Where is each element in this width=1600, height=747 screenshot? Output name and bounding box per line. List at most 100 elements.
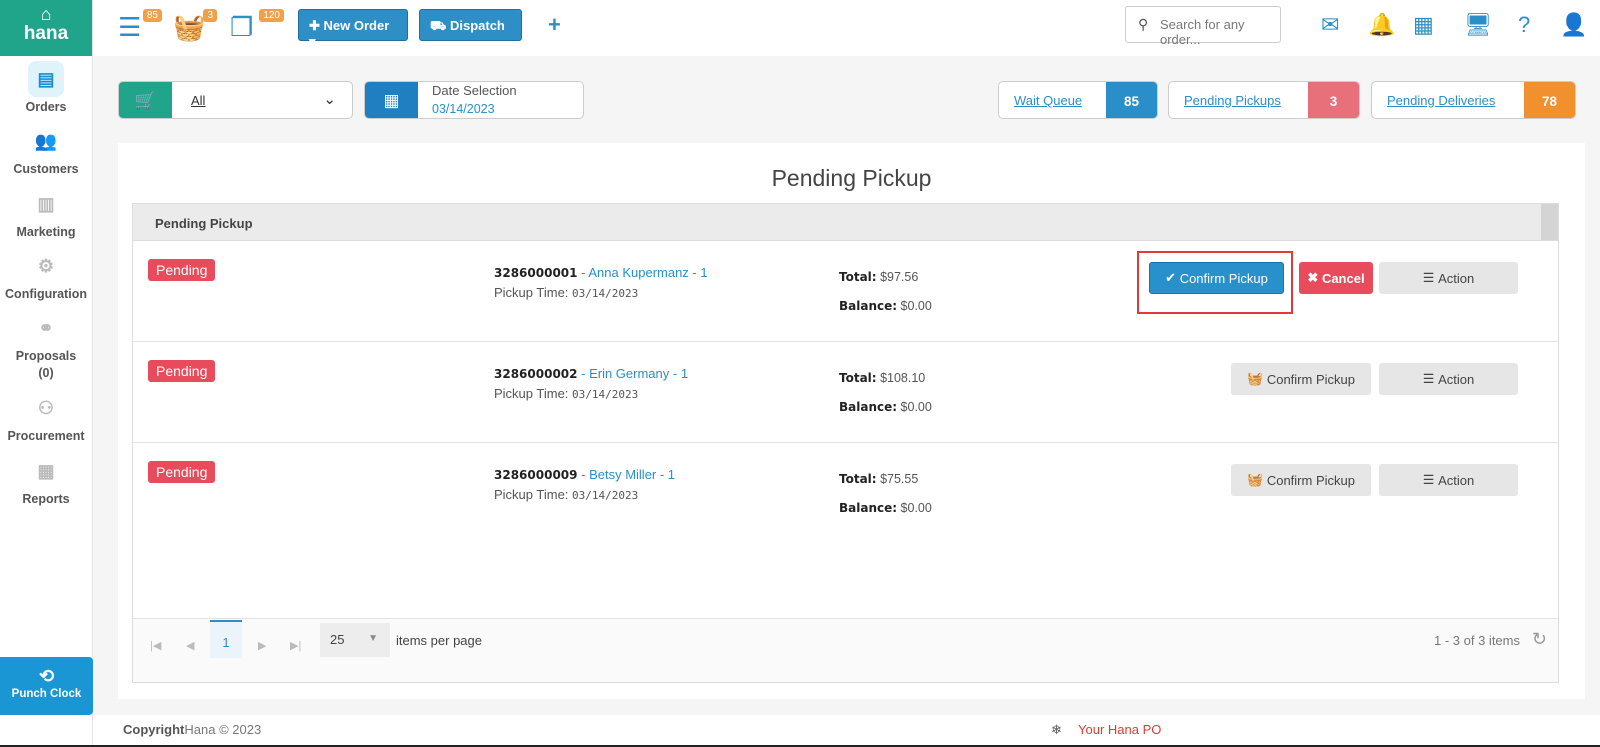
home-icon: ⌂ <box>40 4 52 24</box>
snowflake-icon: ❄ <box>1051 722 1062 737</box>
new-order-button[interactable]: ✚ New Order ▾ <box>298 9 408 49</box>
basket-icon: 🧺 <box>173 12 206 42</box>
copies-badge: 120 <box>259 9 284 22</box>
wait-queue-counter[interactable]: Wait Queue 85 <box>998 81 1158 119</box>
pager-range: 1 - 3 of 3 items <box>1434 633 1520 648</box>
gear-icon: ⚙ <box>37 255 55 276</box>
customer-link[interactable]: Betsy Miller - 1 <box>589 467 675 482</box>
pickup-time: 03/14/2023 <box>572 388 639 401</box>
grid-header: Pending Pickup <box>133 204 1558 241</box>
pickup-grid: Pending Pickup Pending 3286000001 - Anna… <box>132 203 1559 683</box>
store-select[interactable]: 🛒 All ⌄ <box>118 81 353 119</box>
order-info: 3286000002 - Erin Germany - 1 Pickup Tim… <box>494 366 689 401</box>
sidebar-item-procurement[interactable]: ⚇ Procurement <box>0 390 92 444</box>
pending-pickups-counter[interactable]: Pending Pickups 3 <box>1168 81 1360 119</box>
basket-stat[interactable]: 🧺 3 <box>173 9 217 44</box>
basket-icon: 🧺 <box>1247 472 1267 487</box>
order-id: 3286000002 <box>494 367 578 381</box>
orders-icon: ▤ <box>28 61 64 97</box>
last-page-icon[interactable]: ▶| <box>290 639 301 652</box>
caret-down-icon: ▼ <box>368 633 378 644</box>
order-id: 3286000001 <box>494 266 578 280</box>
action-button[interactable]: ☰ Action <box>1379 363 1518 395</box>
balance-value: $0.00 <box>900 400 932 414</box>
order-totals: Total: $97.56 Balance: $0.00 <box>839 270 932 313</box>
first-page-icon[interactable]: |◀ <box>150 639 161 652</box>
plus-icon: ✚ <box>309 18 324 33</box>
sidebar-item-reports[interactable]: ▦ Reports <box>0 453 92 507</box>
balance-value: $0.00 <box>900 501 932 515</box>
punch-clock-button[interactable]: ⟲ Punch Clock <box>0 657 93 715</box>
search-icon: ⚲ <box>1138 16 1149 32</box>
sidebar-item-customers[interactable]: 👥 Customers <box>0 123 92 177</box>
sidebar-item-proposals[interactable]: ⚭ Proposals (0) <box>0 310 92 381</box>
order-info: 3286000001 - Anna Kupermanz - 1 Pickup T… <box>494 265 708 300</box>
queue-badge: 85 <box>142 9 162 22</box>
refresh-icon[interactable]: ↻ <box>1532 629 1547 650</box>
pending-pickup-panel: Pending Pickup Pending Pickup Pending 32… <box>118 143 1585 699</box>
menu-icon: ☰ <box>1422 371 1439 386</box>
balance-value: $0.00 <box>900 299 932 313</box>
sidebar-item-configuration[interactable]: ⚙ Configuration <box>0 248 92 302</box>
current-page[interactable]: 1 <box>210 620 242 658</box>
monitor-icon[interactable]: 🖥 <box>1464 12 1492 38</box>
clock-history-icon: ⟲ <box>38 666 55 686</box>
confirm-pickup-button[interactable]: 🧺 Confirm Pickup <box>1231 363 1371 395</box>
queue-stat[interactable]: ☰ 85 <box>118 9 162 44</box>
marketing-icon: ▥ <box>37 193 55 214</box>
sidebar: ⌂ hana ▤ Orders 👥 Customers ▥ Marketing … <box>0 0 93 747</box>
add-icon[interactable]: + <box>548 12 561 38</box>
basket-badge: 3 <box>203 9 217 22</box>
search-input[interactable]: ⚲ Search for any order... <box>1125 6 1281 47</box>
truck-icon: ⛟ <box>430 18 450 33</box>
action-button[interactable]: ☰ Action <box>1379 262 1518 294</box>
per-page-select[interactable]: 25 ▼ <box>320 623 390 657</box>
menu-icon: ☰ <box>1422 472 1439 487</box>
order-id: 3286000009 <box>494 468 578 482</box>
pending-deliveries-counter[interactable]: Pending Deliveries 78 <box>1371 81 1576 119</box>
procurement-icon: ⚇ <box>37 397 55 418</box>
footer: CopyrightHana © 2023 ❄ Your Hana PO <box>93 715 1600 747</box>
cancel-button[interactable]: ✖ Cancel <box>1299 262 1373 294</box>
calendar-icon[interactable]: ▦ <box>1413 12 1434 38</box>
bell-icon[interactable]: 🔔 <box>1368 12 1395 38</box>
cart-icon: 🛒 <box>119 82 172 118</box>
sidebar-item-orders[interactable]: ▤ Orders <box>0 61 92 114</box>
proposals-icon: ⚭ <box>38 317 54 338</box>
page-title: Pending Pickup <box>771 165 932 191</box>
menu-icon: ☰ <box>1422 270 1439 285</box>
hana-logo[interactable]: ⌂ hana <box>0 0 92 56</box>
copies-stat[interactable]: ❐ 120 <box>230 9 284 44</box>
action-button[interactable]: ☰ Action <box>1379 464 1518 496</box>
pickup-time: 03/14/2023 <box>572 287 639 300</box>
help-icon[interactable]: ? <box>1518 12 1530 38</box>
customer-link[interactable]: Anna Kupermanz - 1 <box>588 265 707 280</box>
total-value: $75.55 <box>880 472 919 486</box>
date-selection[interactable]: ▦ Date Selection 03/14/2023 <box>364 81 584 119</box>
confirm-pickup-button[interactable]: 🧺 Confirm Pickup <box>1231 464 1371 496</box>
customer-link[interactable]: Erin Germany - 1 <box>589 366 688 381</box>
status-badge: Pending <box>148 461 216 483</box>
sidebar-item-marketing[interactable]: ▥ Marketing <box>0 186 92 240</box>
order-totals: Total: $108.10 Balance: $0.00 <box>839 371 932 414</box>
mail-icon[interactable]: ✉ <box>1321 12 1339 38</box>
confirm-pickup-button[interactable]: ✔ Confirm Pickup <box>1149 262 1284 294</box>
chevron-down-icon: ⌄ <box>323 91 336 108</box>
user-icon[interactable]: 👤 <box>1560 12 1587 38</box>
total-value: $108.10 <box>880 371 926 385</box>
dispatch-button[interactable]: ⛟ Dispatch ▾ <box>419 9 522 51</box>
pickup-time: 03/14/2023 <box>572 489 639 502</box>
status-badge: Pending <box>148 360 216 382</box>
promo-ticker[interactable]: Your Hana PO <box>1078 722 1168 737</box>
caret-down-icon: ▾ <box>430 36 439 51</box>
calendar-icon: ▦ <box>365 82 418 118</box>
table-row: Pending 3286000009 - Betsy Miller - 1 Pi… <box>133 443 1558 544</box>
copyright: CopyrightHana © 2023 <box>123 722 262 737</box>
scrollbar[interactable] <box>1541 204 1558 240</box>
prev-page-icon[interactable]: ◀ <box>186 639 194 652</box>
copy-icon: ❐ <box>230 12 254 42</box>
table-row: Pending 3286000001 - Anna Kupermanz - 1 … <box>133 241 1558 342</box>
stack-icon: ☰ <box>118 12 142 42</box>
next-page-icon[interactable]: ▶ <box>258 639 266 652</box>
basket-icon: 🧺 <box>1247 371 1267 386</box>
